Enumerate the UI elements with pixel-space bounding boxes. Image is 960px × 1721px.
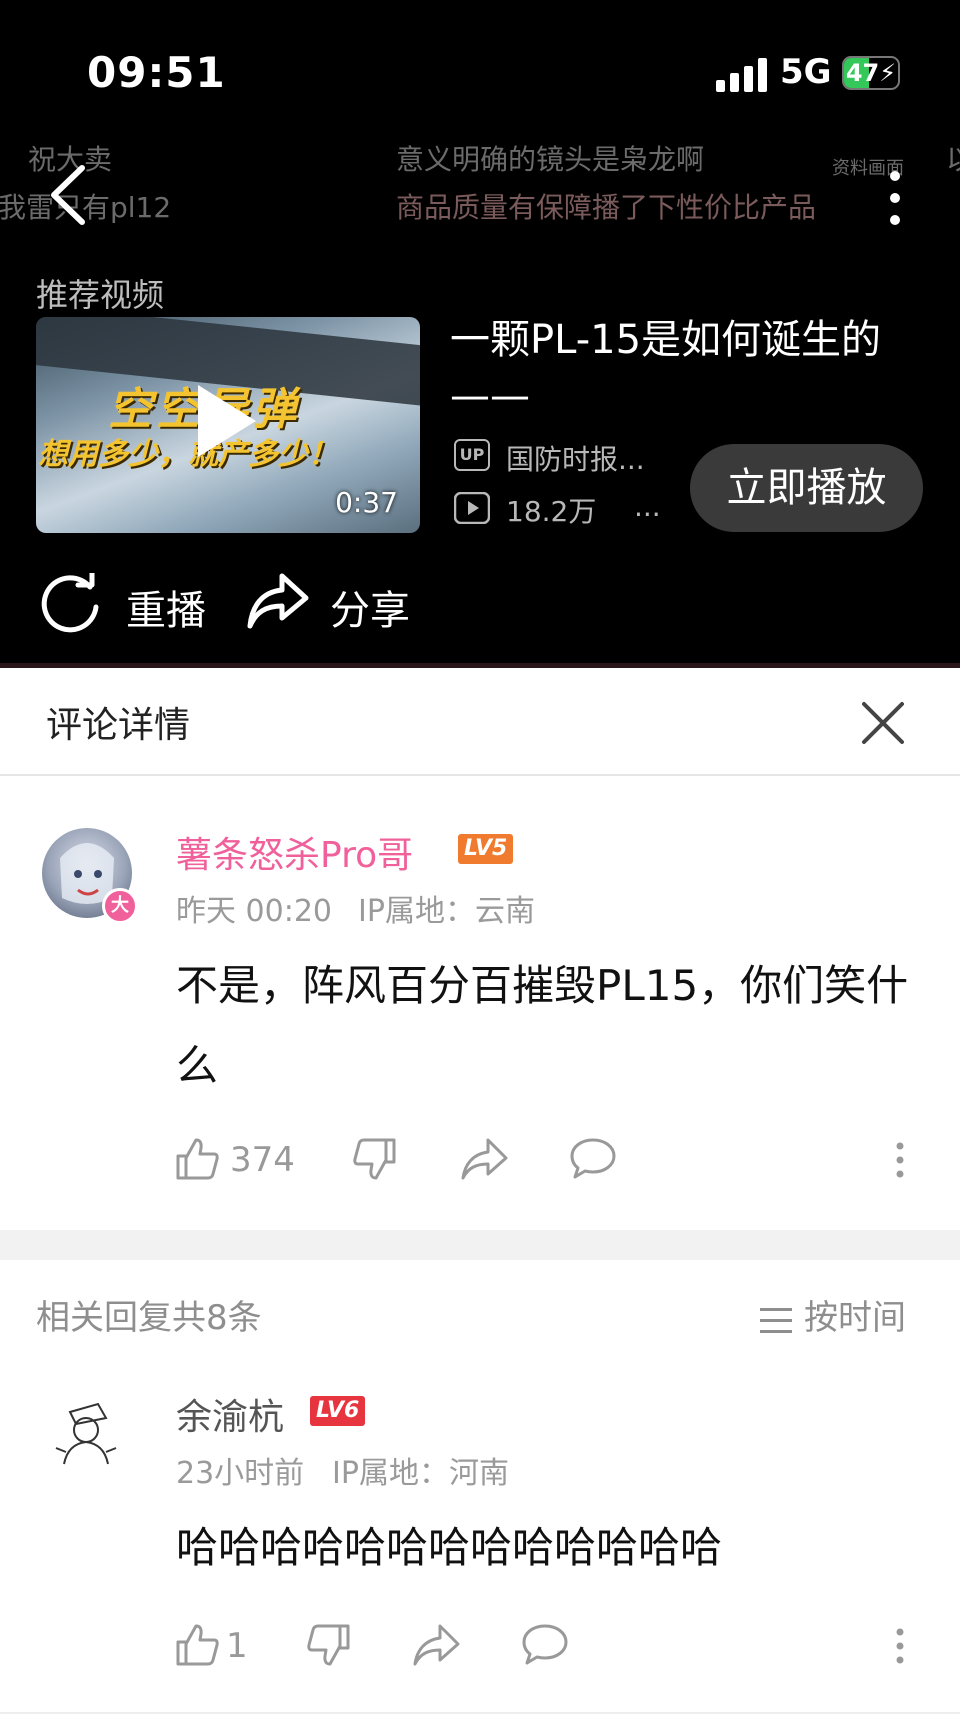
view-count: 18.2万 xyxy=(506,495,597,528)
comment-time: 昨天 00:20 xyxy=(176,894,332,929)
up-icon: UP xyxy=(454,439,490,471)
section-gap xyxy=(0,1230,960,1260)
dislike-icon[interactable] xyxy=(352,1136,398,1182)
comment-ip: IP属地：云南 xyxy=(358,894,535,929)
thumb-caption-2: 想用多少，就产多少！ xyxy=(38,437,338,472)
play-now-button[interactable]: 立即播放 xyxy=(690,444,923,532)
comment-username[interactable]: 薯条怒杀Pro哥 xyxy=(176,826,413,878)
video-player[interactable]: 09:51 5G 47⚡ 祝大卖 我雷只有pl12 意义明确的镜头是枭龙啊 商品… xyxy=(0,0,960,668)
video-duration: 0:37 xyxy=(335,486,398,519)
comment-text: 不是，阵风百分百摧毁PL15，你们笑什么 xyxy=(176,961,909,1090)
status-time: 09:51 xyxy=(87,48,226,97)
panel-title: 评论详情 xyxy=(46,705,191,746)
reply-icon[interactable] xyxy=(520,1622,570,1668)
level-badge: LV6 xyxy=(310,1396,366,1426)
view-count-ellipsis: ... xyxy=(634,490,661,523)
uploader-name[interactable]: 国防时报... xyxy=(506,438,645,478)
views-icon xyxy=(454,492,490,524)
sort-label: 按时间 xyxy=(804,1298,906,1338)
more-icon[interactable] xyxy=(888,1140,912,1180)
share-icon[interactable] xyxy=(460,1136,510,1182)
back-icon[interactable] xyxy=(44,162,94,228)
more-icon[interactable] xyxy=(888,1626,912,1666)
recommend-section-label: 推荐视频 xyxy=(36,276,165,314)
reply-ip: IP属地：河南 xyxy=(332,1456,509,1491)
reply-time: 23小时前 xyxy=(176,1456,305,1491)
sort-button[interactable]: 按时间 xyxy=(760,1290,906,1339)
recommend-thumbnail[interactable]: 空空导弹 想用多少，就产多少！ 0:37 xyxy=(36,317,420,533)
like-count: 1 xyxy=(226,1626,248,1666)
reply-username[interactable]: 余渝杭 xyxy=(176,1388,284,1440)
dislike-icon[interactable] xyxy=(306,1622,352,1668)
close-icon[interactable] xyxy=(860,700,906,746)
danmaku-text: 商品质量有保障播了下性价比产品 xyxy=(396,191,817,224)
vip-badge: 大 xyxy=(102,888,138,924)
play-icon xyxy=(198,385,256,457)
replay-icon[interactable] xyxy=(38,573,104,635)
recommend-video-title[interactable]: 一颗PL-15是如何诞生的—— xyxy=(450,312,920,424)
replay-button[interactable]: 重播 xyxy=(126,578,206,636)
like-icon[interactable] xyxy=(174,1622,220,1668)
like-count: 374 xyxy=(230,1140,295,1180)
video-bottom-edge xyxy=(0,663,960,668)
replies-count: 相关回复共8条 xyxy=(36,1298,262,1338)
battery-icon: 47⚡ xyxy=(842,56,900,90)
level-badge: LV5 xyxy=(458,834,514,864)
battery-level: 47 xyxy=(845,59,880,87)
danmaku-text: 以 xyxy=(946,138,960,178)
share-icon[interactable] xyxy=(412,1622,462,1668)
reply-text: 哈哈哈哈哈哈哈哈哈哈哈哈哈 xyxy=(176,1523,723,1572)
signal-icon xyxy=(716,58,768,92)
divider xyxy=(0,774,960,776)
share-button[interactable]: 分享 xyxy=(330,578,410,636)
avatar[interactable] xyxy=(46,1392,126,1472)
share-icon[interactable] xyxy=(246,572,310,632)
like-icon[interactable] xyxy=(174,1136,220,1182)
list-icon xyxy=(760,1305,792,1334)
divider xyxy=(0,1712,960,1714)
more-icon[interactable] xyxy=(880,168,910,228)
reply-icon[interactable] xyxy=(568,1136,618,1182)
network-type: 5G xyxy=(780,52,832,92)
danmaku-text: 意义明确的镜头是枭龙啊 xyxy=(396,143,705,176)
